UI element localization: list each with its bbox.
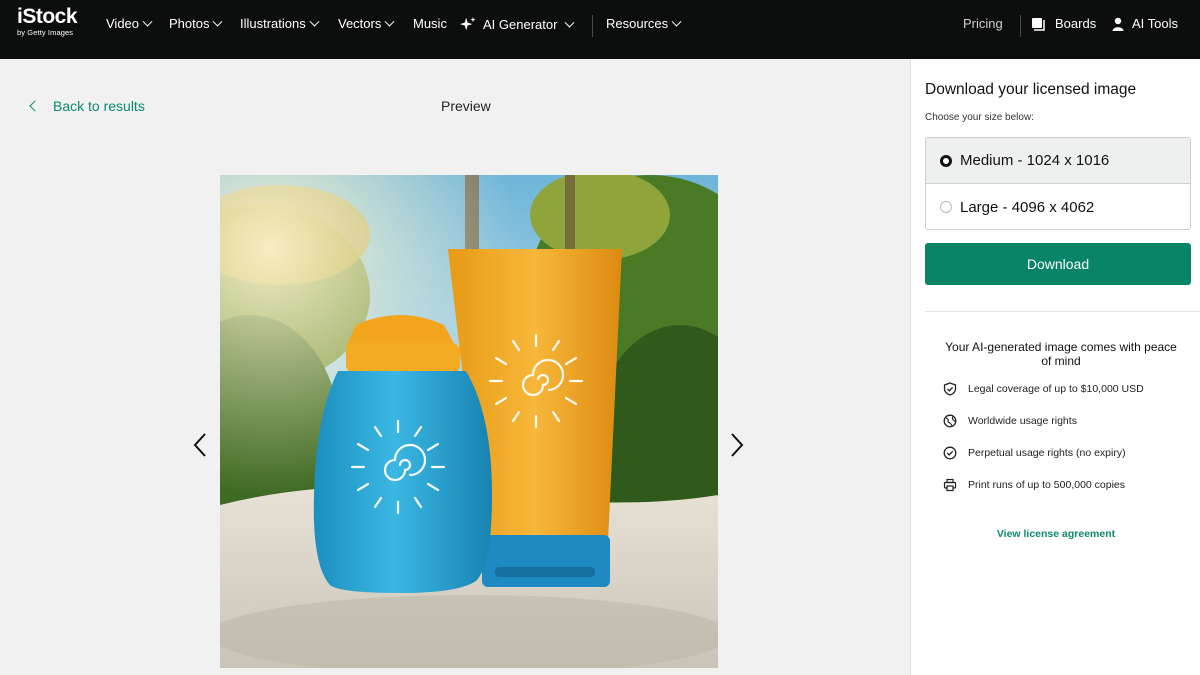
nav-photos-label: Photos <box>169 16 210 31</box>
nav-video-label: Video <box>106 16 140 31</box>
divider <box>925 311 1200 312</box>
size-option-label: Large - 4096 x 4062 <box>960 198 1095 216</box>
nav-boards[interactable]: Boards <box>1031 16 1096 32</box>
feature-text: Worldwide usage rights <box>968 415 1077 427</box>
nav-illustrations-label: Illustrations <box>240 16 306 31</box>
chevron-down-icon <box>309 16 320 27</box>
panel-title: Download your licensed image <box>925 81 1137 98</box>
nav-music[interactable]: Music <box>413 16 447 32</box>
chevron-down-icon <box>384 16 395 27</box>
radio-selected-icon[interactable] <box>940 154 952 167</box>
feature-item: Perpetual usage rights (no expiry) <box>943 446 1126 460</box>
feature-item: Legal coverage of up to $10,000 USD <box>943 382 1144 396</box>
logo-subtitle: by Getty Images <box>17 28 74 37</box>
feature-text: Legal coverage of up to $10,000 USD <box>968 383 1144 395</box>
panel-subtitle: Choose your size below: <box>925 112 1034 123</box>
nav-resources-label: Resources <box>606 16 669 31</box>
nav-ai-generator-label: AI Generator <box>483 17 558 32</box>
nav-music-label: Music <box>413 16 447 31</box>
shield-icon <box>943 382 957 396</box>
chevron-down-icon <box>564 17 575 28</box>
nav-boards-label: Boards <box>1055 16 1097 31</box>
chevron-down-icon <box>671 16 682 27</box>
size-option-large[interactable]: Large - 4096 x 4062 <box>926 184 1190 229</box>
nav-ai-generator[interactable]: AI Generator <box>459 16 575 34</box>
nav-illustrations[interactable]: Illustrations <box>240 16 320 32</box>
feature-item: Print runs of up to 500,000 copies <box>943 478 1125 492</box>
top-nav: iStock by Getty Images Video Photos Illu… <box>0 0 1200 59</box>
globe-icon <box>943 414 957 428</box>
next-image-arrow-icon[interactable] <box>730 432 744 458</box>
chevron-down-icon <box>142 16 153 27</box>
nav-ai-tools[interactable]: AI Tools <box>1112 16 1178 32</box>
nav-pricing-label: Pricing <box>963 16 1003 31</box>
back-to-results-link[interactable]: Back to results <box>28 98 145 114</box>
istock-logo[interactable]: iStock by Getty Images <box>17 5 89 38</box>
preview-label: Preview <box>441 98 491 114</box>
preview-image <box>220 175 718 668</box>
nav-divider <box>1020 15 1021 37</box>
nav-resources[interactable]: Resources <box>606 16 682 32</box>
radio-unselected-icon[interactable] <box>940 201 952 213</box>
logo-wordmark: iStock <box>17 5 78 28</box>
chevron-left-icon <box>29 100 41 112</box>
boards-icon <box>1032 18 1045 31</box>
nav-video[interactable]: Video <box>106 16 153 32</box>
previous-image-arrow-icon[interactable] <box>193 432 207 458</box>
nav-ai-tools-label: AI Tools <box>1132 16 1179 31</box>
sparkle-icon <box>459 16 476 31</box>
nav-pricing[interactable]: Pricing <box>963 16 1003 32</box>
peace-of-mind-title: Your AI-generated image comes with peace… <box>945 340 1177 368</box>
nav-vectors[interactable]: Vectors <box>338 16 395 32</box>
download-panel: Download your licensed image Choose your… <box>910 59 1200 675</box>
sunscreen-bottles-image <box>220 175 718 668</box>
size-options: Medium - 1024 x 1016 Large - 4096 x 4062 <box>925 137 1191 230</box>
view-license-agreement-link[interactable]: View license agreement <box>911 528 1200 540</box>
back-to-results-label: Back to results <box>53 98 145 114</box>
feature-item: Worldwide usage rights <box>943 414 1077 428</box>
size-option-label: Medium - 1024 x 1016 <box>960 152 1110 169</box>
nav-divider <box>592 15 593 37</box>
chevron-down-icon <box>213 16 223 27</box>
nav-photos[interactable]: Photos <box>169 16 223 32</box>
feature-text: Perpetual usage rights (no expiry) <box>968 447 1126 459</box>
nav-vectors-label: Vectors <box>338 16 382 31</box>
download-button[interactable]: Download <box>925 243 1191 285</box>
feature-text: Print runs of up to 500,000 copies <box>968 479 1126 491</box>
size-option-medium[interactable]: Medium - 1024 x 1016 <box>926 138 1190 184</box>
check-circle-icon <box>943 446 957 460</box>
printer-icon <box>943 478 957 492</box>
user-icon <box>1112 17 1124 31</box>
